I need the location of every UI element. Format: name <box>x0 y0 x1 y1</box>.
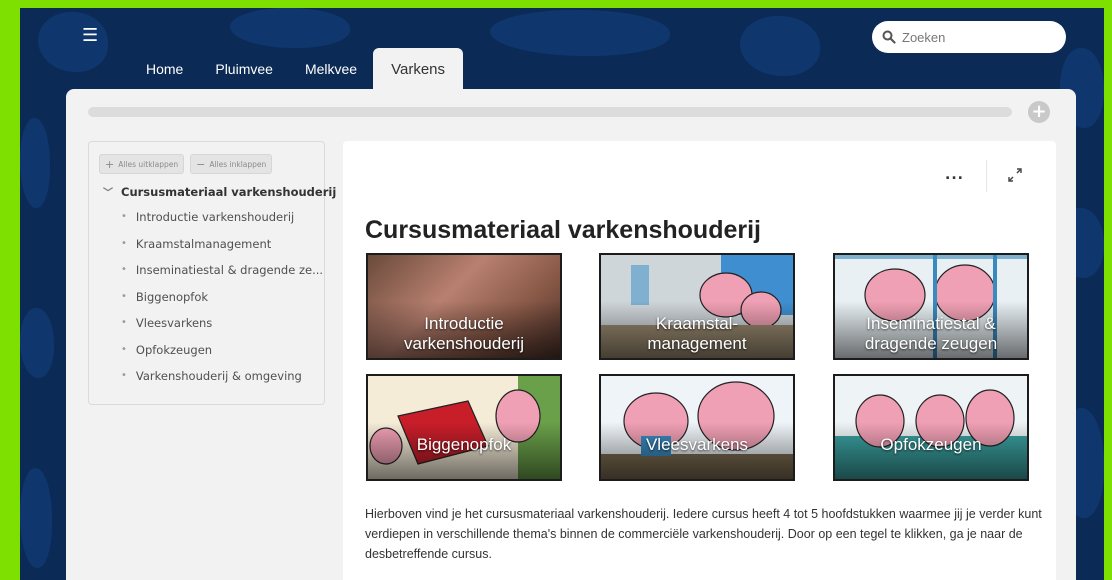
tile-biggenopfok[interactable]: Biggenopfok <box>366 374 562 481</box>
tree-root-label: Cursusmateriaal varkenshouderij <box>121 184 337 199</box>
tile-label: Vleesvarkens <box>645 435 749 454</box>
tree-item-label: Kraamstalmanagement <box>135 236 272 251</box>
tile-label-line1: Introductie <box>424 314 504 333</box>
toolbar-divider <box>986 160 987 192</box>
tree-item-omgeving[interactable]: • Varkenshouderij & omgeving <box>121 369 323 396</box>
course-description: Hierboven vind je het cursusmateriaal va… <box>365 506 1042 561</box>
tile-label: Kraamstal- management <box>601 314 793 354</box>
tree-item-vleesvarkens[interactable]: • Vleesvarkens <box>121 316 323 343</box>
tile-label: Biggenopfok <box>416 435 512 454</box>
fullscreen-icon[interactable] <box>1007 167 1023 183</box>
search-input[interactable]: Zoeken <box>872 21 1066 53</box>
chevron-down-icon: ﹀ <box>103 188 113 199</box>
expand-all-label: Alles uitklappen <box>118 159 179 169</box>
tile-label-line2: varkenshouderij <box>403 334 524 353</box>
tree-item-label: Biggenopfok <box>135 289 209 304</box>
add-section-button[interactable]: + <box>1028 101 1050 123</box>
bg-silhouette <box>490 10 670 56</box>
tree-item-biggenopfok[interactable]: • Biggenopfok <box>121 290 323 317</box>
bg-silhouette <box>20 118 50 208</box>
tree-children: • Introductie varkenshouderij • Kraamstalm… <box>121 210 323 396</box>
app-frame: ☰ Home Pluimvee Melkvee Varkens Zoeken +… <box>20 8 1104 580</box>
tree-item-label: Introductie varkenshouderij <box>135 210 295 224</box>
tree-item-label: Opfokzeugen <box>135 342 213 357</box>
tab-home[interactable]: Home <box>130 48 199 90</box>
tree-controls: + Alles uitklappen − Alles inklappen <box>99 154 273 174</box>
tile-label-line2: dragende zeugen <box>864 334 998 353</box>
tile-label-line1: Kraamstal- <box>655 314 739 333</box>
plus-icon: + <box>105 157 115 171</box>
main-panel: + + Alles uitklappen − Alles inklappen ﹀… <box>66 89 1076 580</box>
collapse-all-label: Alles inklappen <box>209 159 267 169</box>
bullet-icon: • <box>121 343 127 355</box>
bg-silhouette <box>230 8 350 48</box>
course-tree: + Alles uitklappen − Alles inklappen ﹀ C… <box>88 141 336 405</box>
tab-melkvee[interactable]: Melkvee <box>289 48 373 90</box>
bullet-icon: • <box>121 237 127 249</box>
tile-inseminatiestal[interactable]: Inseminatiestal & dragende zeugen <box>833 253 1029 360</box>
bg-silhouette <box>20 468 52 568</box>
tile-opfokzeugen[interactable]: Opfokzeugen <box>833 374 1029 481</box>
section-scrollbar[interactable] <box>88 107 1012 117</box>
bullet-icon: • <box>121 264 127 275</box>
more-options-icon[interactable]: ... <box>945 167 964 183</box>
tile-label-line2: management <box>647 334 747 353</box>
tree-item-label: Inseminatiestal & dragende ze... <box>135 263 324 277</box>
bullet-icon: • <box>121 290 127 302</box>
tree-item-opfokzeugen[interactable]: • Opfokzeugen <box>121 343 323 370</box>
tree-item-kraamstal[interactable]: • Kraamstalmanagement <box>121 237 323 264</box>
content-card: ... Cursusmateriaal varkenshouderij Intr… <box>343 141 1056 580</box>
tree-item-introductie[interactable]: • Introductie varkenshouderij <box>121 210 323 237</box>
tile-label: Inseminatiestal & dragende zeugen <box>835 314 1027 354</box>
main-tabs: Home Pluimvee Melkvee Varkens <box>130 48 464 90</box>
tree-item-label: Vleesvarkens <box>135 316 213 330</box>
tile-label-line1: Inseminatiestal & <box>866 314 996 333</box>
tree-root-item[interactable]: ﹀ Cursusmateriaal varkenshouderij <box>103 184 337 200</box>
expand-all-button[interactable]: + Alles uitklappen <box>99 154 185 174</box>
bullet-icon: • <box>121 370 127 381</box>
tab-pluimvee[interactable]: Pluimvee <box>199 48 289 90</box>
tile-label: Opfokzeugen <box>880 435 982 454</box>
bullet-icon: • <box>121 211 127 222</box>
tree-item-label: Varkenshouderij & omgeving <box>135 369 302 383</box>
bg-silhouette <box>740 16 820 76</box>
minus-icon: − <box>196 157 206 171</box>
search-icon <box>882 30 896 44</box>
tile-kraamstal[interactable]: Kraamstal- management <box>599 253 795 360</box>
collapse-all-button[interactable]: − Alles inklappen <box>190 154 273 174</box>
page-title: Cursusmateriaal varkenshouderij <box>365 215 761 244</box>
bullet-icon: • <box>121 317 127 328</box>
tab-varkens[interactable]: Varkens <box>373 48 464 90</box>
bg-silhouette <box>20 308 54 378</box>
tree-item-inseminatiestal[interactable]: • Inseminatiestal & dragende ze... <box>121 263 323 290</box>
tile-vleesvarkens[interactable]: Vleesvarkens <box>599 374 795 481</box>
tile-introductie[interactable]: Introductie varkenshouderij <box>366 253 562 360</box>
hamburger-icon[interactable]: ☰ <box>82 26 98 46</box>
tile-label: Introductie varkenshouderij <box>368 314 560 354</box>
search-placeholder: Zoeken <box>902 29 946 45</box>
